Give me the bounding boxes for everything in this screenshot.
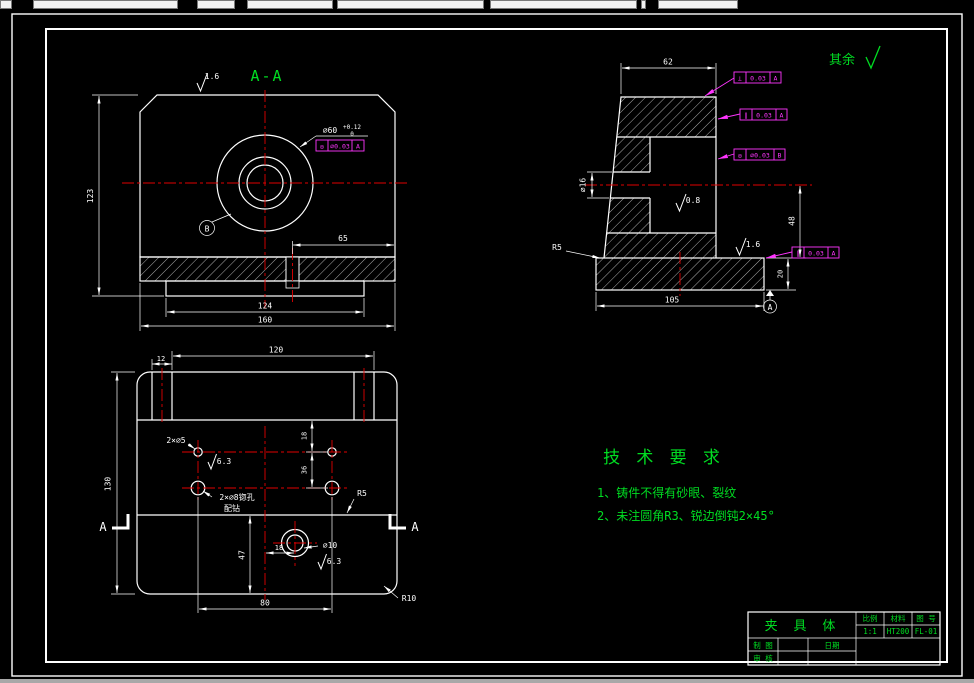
dim-105: 105 [665, 296, 680, 305]
hole-60-tol-upper: +0.12 [343, 124, 361, 131]
dim-16: ⌀16 [579, 178, 588, 193]
geo3-symbol: ◎ [738, 152, 742, 160]
geo2-symbol: ∥ [744, 112, 747, 120]
surplus-label: 其余 [829, 52, 855, 68]
scale-label: 比例 [863, 613, 878, 623]
dim-120: 120 [269, 346, 284, 355]
dim-124: 124 [258, 302, 273, 311]
geo1-value: 0.03 [750, 75, 766, 83]
datum-a-flag: A [763, 290, 777, 314]
dim-80: 80 [260, 599, 270, 608]
dim-48: 48 [788, 216, 797, 226]
fillet-r5-label: R5 [552, 243, 562, 252]
front-roughness-label: 1.6 [205, 72, 220, 81]
dim-36-row: 36 [301, 466, 309, 474]
section-a-left: A [99, 520, 107, 534]
material-value: HT200 [887, 627, 910, 636]
geo3-datum: B [778, 152, 782, 160]
number-value: FL-01 [915, 627, 938, 636]
dim-20: 20 [777, 270, 785, 278]
geo-datum: A [356, 143, 360, 151]
section-mark-right: A [388, 514, 419, 534]
corner-r10-label: R10 [402, 594, 417, 603]
drafter-label: 制 图 [753, 640, 773, 650]
geo2-datum: A [780, 112, 784, 120]
section-label: A-A [250, 67, 283, 85]
hole-60-label: ⌀60 [323, 126, 338, 135]
front-geo-tolerance-frame: ◎ ⌀0.03 A [315, 139, 365, 152]
dim-123: 123 [86, 189, 95, 204]
geo2-value: 0.03 [756, 112, 772, 120]
number-label: 图 号 [916, 614, 936, 623]
dim-18-row: 18 [301, 432, 309, 440]
dim-12: 12 [157, 355, 165, 363]
geo-frame-3: ◎ ⌀0.03 B [717, 148, 786, 161]
geo1-symbol: ⊥ [738, 75, 742, 83]
holes-5-label: 2×⌀5 [166, 436, 185, 445]
geo-value: ⌀0.03 [330, 143, 350, 151]
rough-small-label: 6.3 [217, 457, 232, 466]
top-view: 120 12 130 2×⌀5 6.3 2×⌀8锪孔 配钻 18 36 47 1… [99, 346, 419, 613]
geo-frame-1: ⊥ 0.03 A [704, 71, 782, 97]
checker-label: 审 核 [753, 653, 773, 663]
tech-item-1: 1、铸件不得有砂眼、裂纹 [597, 485, 736, 500]
date-label: 日期 [825, 641, 840, 650]
front-view: A-A 1.6 123 65 124 160 ⌀60 +0.12 0 ◎ ⌀0.… [86, 67, 410, 331]
cad-window: A-A 1.6 123 65 124 160 ⌀60 +0.12 0 ◎ ⌀0.… [0, 0, 974, 683]
dim-18-offset: 18 [275, 544, 283, 552]
geo4-datum: A [832, 250, 836, 258]
geo1-datum: A [774, 75, 778, 83]
rough-center-label: 6.3 [327, 557, 342, 566]
datum-b-label: B [205, 225, 210, 234]
material-label: 材料 [891, 613, 906, 623]
geo-symbol: ◎ [320, 143, 324, 151]
holes-8-label: 2×⌀8锪孔 [219, 492, 254, 502]
geo3-value: ⌀0.03 [750, 152, 770, 160]
drawing-canvas: A-A 1.6 123 65 124 160 ⌀60 +0.12 0 ◎ ⌀0.… [11, 13, 963, 677]
dim-160: 160 [258, 316, 273, 325]
surplus-roughness-icon [865, 45, 881, 70]
tech-title: 技 术 要 求 [603, 448, 723, 468]
step-r5-label: R5 [357, 489, 367, 498]
section-a-right: A [411, 520, 419, 534]
title-block: 夹 具 体 比例 材料 图 号 1:1 HT200 FL-01 制 图 审 核 … [747, 611, 941, 666]
scale-value: 1:1 [863, 627, 877, 636]
geo-frame-2: ∥ 0.03 A [717, 108, 788, 121]
rough-0-8: 0.8 [686, 196, 701, 205]
geo4-symbol: ∥ [796, 250, 799, 258]
side-view: 62 ⌀16 48 20 105 R5 0.8 1.6 A ⊥ 0.03 A ∥… [552, 45, 881, 314]
datum-a-label: A [768, 303, 773, 312]
geo-frame-4: ∥ 0.03 A [765, 246, 840, 259]
hole-60-tol-lower: 0 [350, 131, 354, 138]
section-mark-left: A [99, 514, 130, 534]
tech-requirements: 技 术 要 求 1、铸件不得有砂眼、裂纹 2、未注圆角R3、锐边倒钝2×45° [597, 448, 775, 523]
part-name: 夹 具 体 [765, 619, 840, 634]
hole-10-label: ⌀10 [323, 541, 338, 550]
drawing-border [11, 13, 963, 677]
dim-65: 65 [338, 234, 348, 243]
tech-item-2: 2、未注圆角R3、锐边倒钝2×45° [597, 508, 775, 523]
dim-47: 47 [238, 550, 247, 560]
geo4-value: 0.03 [808, 250, 824, 258]
window-bottom-edge [0, 679, 974, 683]
dim-130: 130 [104, 477, 113, 492]
rough-1-6: 1.6 [746, 240, 761, 249]
holes-8-note: 配钻 [224, 503, 240, 513]
dim-62: 62 [663, 58, 673, 67]
